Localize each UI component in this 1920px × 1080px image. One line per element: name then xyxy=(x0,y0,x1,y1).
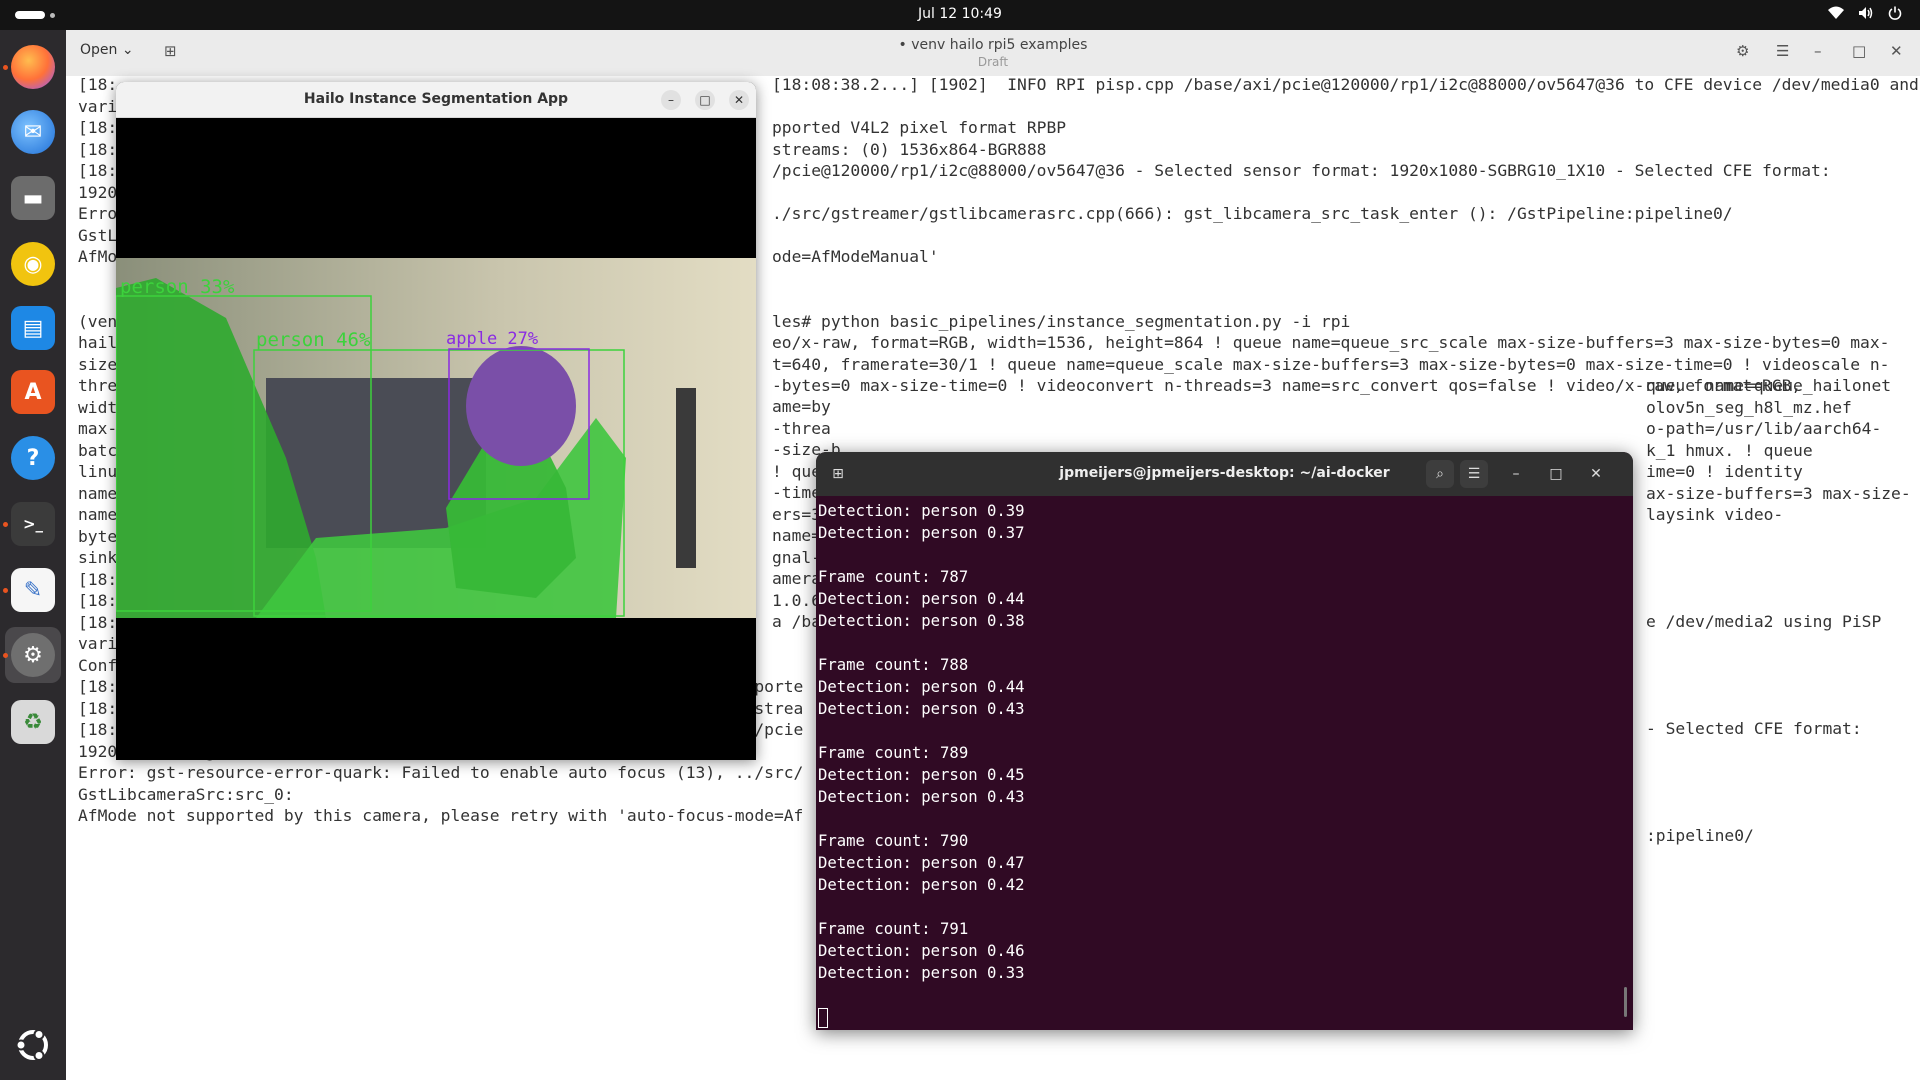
search-icon[interactable]: ⌕ xyxy=(1426,460,1454,488)
editor-line-fragment: :pipeline0/ xyxy=(1646,826,1754,845)
running-indicator xyxy=(3,65,8,70)
close-icon[interactable]: ✕ xyxy=(1582,460,1610,488)
vacuum-cleaner xyxy=(676,388,696,568)
terminal-line: Detection: person 0.45 xyxy=(818,766,1025,784)
editor-line-fragment: [18:08:38.2...] [1902] INFO RPI pisp.cpp… xyxy=(772,75,1918,94)
terminal-line: Frame count: 790 xyxy=(818,832,969,850)
top-bar: Jul 12 10:49 xyxy=(0,0,1920,30)
editor-line-fragment: - Selected CFE format: xyxy=(1646,719,1862,738)
maximize-icon[interactable]: □ xyxy=(1542,460,1570,488)
terminal-line: Detection: person 0.44 xyxy=(818,590,1025,608)
editor-line-fragment: ./src/gstreamer/gstlibcamerasrc.cpp(666)… xyxy=(772,204,1733,223)
maximize-icon[interactable]: □ xyxy=(695,90,715,110)
volume-icon xyxy=(1858,6,1874,24)
terminal-line: Detection: person 0.47 xyxy=(818,854,1025,872)
system-tray[interactable] xyxy=(1828,6,1902,24)
terminal-line: Detection: person 0.39 xyxy=(818,502,1025,520)
clock[interactable]: Jul 12 10:49 xyxy=(0,6,1920,22)
editor-line-fragment: e /dev/media2 using PiSP xyxy=(1646,612,1882,631)
terminal-line: Detection: person 0.37 xyxy=(818,524,1025,542)
hailo-window-title: Hailo Instance Segmentation App xyxy=(303,91,569,107)
maximize-icon[interactable]: □ xyxy=(1852,42,1866,60)
writer-icon[interactable]: ▤ xyxy=(11,306,55,350)
terminal-line: Frame count: 787 xyxy=(818,568,969,586)
segmentation-video-frame: person 33% person 46% apple 27% xyxy=(116,258,756,618)
firefox-icon[interactable] xyxy=(11,45,55,89)
close-icon[interactable]: ✕ xyxy=(1890,42,1903,60)
gear-icon[interactable]: ⚙ xyxy=(1736,42,1749,60)
hamburger-menu-icon[interactable]: ☰ xyxy=(1776,42,1789,60)
terminal-line: Detection: person 0.43 xyxy=(818,700,1025,718)
terminal-line: Frame count: 789 xyxy=(818,744,969,762)
editor-line-fragment: /pcie@120000/rp1/i2c@88000/ov5647@36 - S… xyxy=(772,161,1831,180)
terminal-scrollbar[interactable] xyxy=(1624,987,1627,1017)
terminal-line: Detection: person 0.46 xyxy=(818,942,1025,960)
terminal-window[interactable]: ⊞ jpmeijers@jpmeijers-desktop: ~/ai-dock… xyxy=(816,452,1633,1030)
text-editor-icon[interactable]: ✎ xyxy=(11,568,55,612)
close-icon[interactable]: ✕ xyxy=(729,90,749,110)
editor-subtitle: Draft xyxy=(977,55,1009,69)
terminal-line: Frame count: 791 xyxy=(818,920,969,938)
terminal-cursor xyxy=(818,1008,828,1028)
terminal-line: Detection: person 0.38 xyxy=(818,612,1025,630)
dock: ✉ ▬ ◉ ▤ A ? >_ ✎ ⚙ ♻ xyxy=(0,30,66,1080)
ubuntu-logo-icon[interactable] xyxy=(11,1023,55,1067)
person-label-1: person 33% xyxy=(120,276,235,298)
person-label-2: person 46% xyxy=(256,329,371,351)
terminal-icon[interactable]: >_ xyxy=(11,502,55,546)
terminal-line: Frame count: 788 xyxy=(818,656,969,674)
terminal-titlebar[interactable]: ⊞ jpmeijers@jpmeijers-desktop: ~/ai-dock… xyxy=(816,452,1633,496)
hailo-titlebar[interactable]: Hailo Instance Segmentation App – □ ✕ xyxy=(116,82,756,118)
editor-line-fragment: ode=AfModeManual' xyxy=(772,247,939,266)
terminal-line: Detection: person 0.43 xyxy=(818,788,1025,806)
wifi-icon xyxy=(1828,6,1844,24)
running-indicator xyxy=(3,522,8,527)
terminal-output[interactable]: Detection: person 0.39 Detection: person … xyxy=(818,500,1628,984)
apple-mask xyxy=(466,346,576,466)
app-center-icon[interactable]: A xyxy=(11,370,55,414)
trash-icon[interactable]: ♻ xyxy=(11,700,55,744)
terminal-line: Detection: person 0.33 xyxy=(818,964,1025,982)
running-indicator xyxy=(3,588,8,593)
thunderbird-icon[interactable]: ✉ xyxy=(11,110,55,154)
editor-title: • venv hailo rpi5 examples xyxy=(898,37,1088,53)
settings-icon[interactable]: ⚙ xyxy=(11,633,55,677)
editor-line-fragment: laysink video- xyxy=(1646,505,1784,524)
files-icon[interactable]: ▬ xyxy=(11,176,55,220)
hamburger-menu-icon[interactable]: ☰ xyxy=(1460,460,1488,488)
minimize-icon[interactable]: – xyxy=(1502,460,1530,488)
terminal-line: Detection: person 0.42 xyxy=(818,876,1025,894)
minimize-icon[interactable]: – xyxy=(661,90,681,110)
terminal-line: Detection: person 0.44 xyxy=(818,678,1025,696)
power-icon xyxy=(1888,6,1902,24)
help-icon[interactable]: ? xyxy=(11,436,55,480)
apple-label: apple 27% xyxy=(446,329,538,349)
minimize-icon[interactable]: – xyxy=(1814,42,1822,60)
running-indicator xyxy=(3,653,8,658)
hailo-app-window[interactable]: Hailo Instance Segmentation App – □ ✕ pe… xyxy=(116,82,756,760)
rhythmbox-icon[interactable]: ◉ xyxy=(11,242,55,286)
editor-header-bar: Open ⌄ ⊞ • venv hailo rpi5 examples Draf… xyxy=(66,30,1920,76)
